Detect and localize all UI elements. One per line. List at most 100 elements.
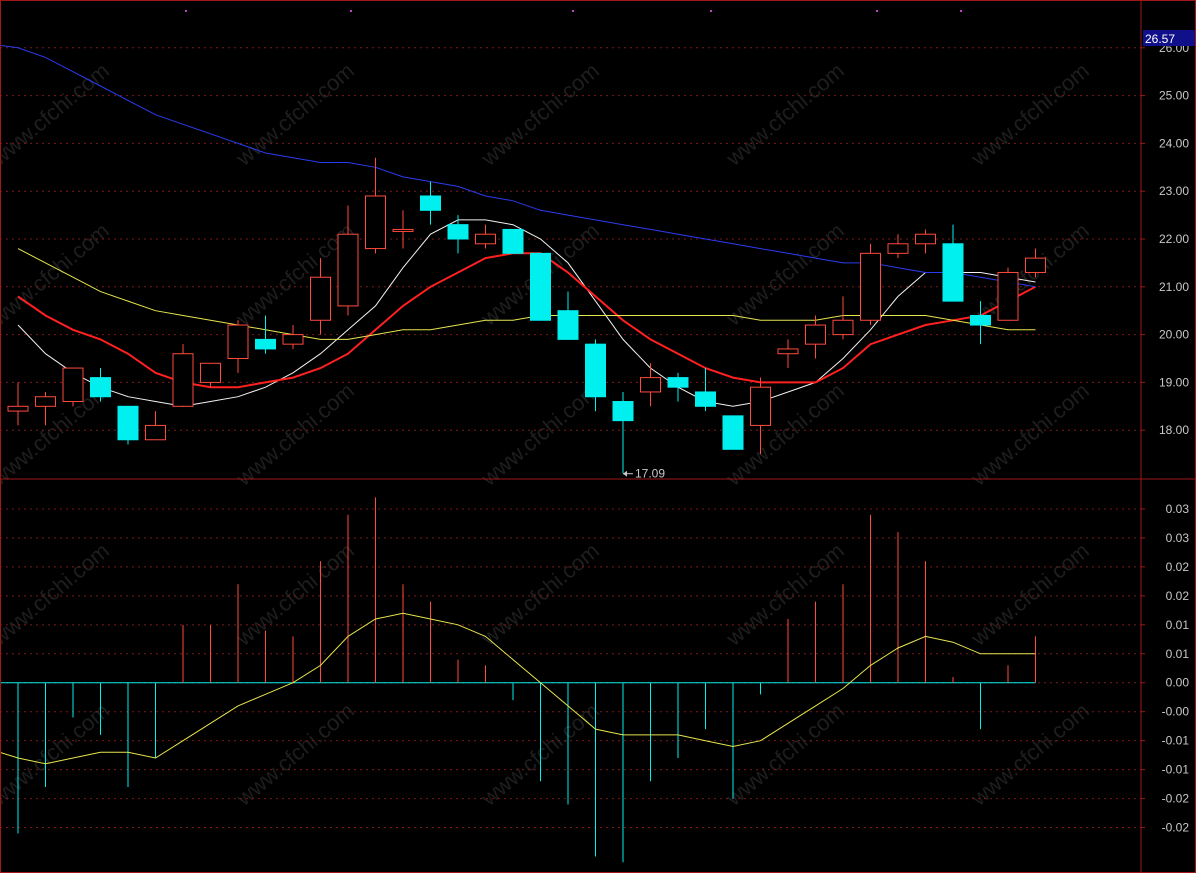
watermark-text: www.cfchi.com — [0, 698, 114, 811]
low-annotation-arrowhead — [623, 470, 627, 477]
candle-body — [145, 424, 166, 441]
top-marker — [876, 10, 878, 12]
candle-body — [392, 228, 414, 232]
watermark-text: www.cfchi.com — [721, 218, 849, 331]
candle-body — [310, 276, 331, 321]
candlestick[interactable] — [145, 411, 166, 441]
candlestick[interactable] — [200, 362, 221, 388]
candlestick[interactable] — [475, 224, 496, 249]
candlestick[interactable] — [915, 229, 936, 254]
top-marker — [572, 10, 574, 12]
stock-chart-canvas: www.cfchi.com www.cfchi.com www.cfchi.com w… — [0, 0, 1196, 873]
candlestick[interactable] — [695, 368, 716, 412]
indicator-axis-label: 0.02 — [1166, 589, 1190, 603]
candle-body — [282, 334, 304, 345]
indicator-axis-label: 0.03 — [1166, 502, 1190, 516]
candlestick[interactable] — [722, 415, 744, 450]
indicator-axis-label: -0.00 — [1162, 705, 1190, 719]
candlestick[interactable] — [502, 228, 524, 254]
watermark-text: www.cfchi.com — [966, 698, 1094, 811]
candlestick[interactable] — [172, 344, 194, 407]
top-marker — [960, 10, 962, 12]
candle-body — [832, 319, 854, 336]
candle-body — [90, 377, 111, 398]
candle-body — [502, 228, 524, 254]
candlestick[interactable] — [997, 267, 1019, 321]
candle-body — [640, 377, 661, 393]
price-axis-label: 18.00 — [1159, 423, 1189, 437]
candle-body — [557, 310, 579, 340]
candlestick[interactable] — [420, 181, 441, 225]
candlestick[interactable] — [7, 382, 29, 426]
candle-body — [695, 391, 716, 407]
candle-body — [7, 405, 29, 412]
price-axis-label: 24.00 — [1159, 136, 1189, 150]
candle-body — [860, 252, 881, 321]
watermark-text: www.cfchi.com — [476, 58, 604, 171]
watermark-text: www.cfchi.com — [476, 698, 604, 811]
indicator-pane[interactable] — [0, 497, 1036, 863]
candle-body — [200, 362, 221, 383]
indicator-axis-label: -0.01 — [1162, 763, 1190, 777]
price-axis-label: 23.00 — [1159, 184, 1189, 198]
watermark-text: www.cfchi.com — [966, 378, 1094, 491]
last-price-label: 26.57 — [1145, 32, 1175, 46]
candle-body — [667, 377, 689, 388]
candle-body — [1025, 257, 1046, 273]
watermark-text: www.cfchi.com — [966, 58, 1094, 171]
watermark-text: www.cfchi.com — [721, 58, 849, 171]
candlestick[interactable] — [557, 291, 579, 340]
candlestick[interactable] — [90, 368, 111, 402]
candlestick[interactable] — [365, 157, 386, 254]
price-axis-label: 25.00 — [1159, 89, 1189, 103]
candlestick[interactable] — [667, 372, 689, 402]
watermark-text: www.cfchi.com — [721, 538, 849, 651]
candle-body — [337, 233, 359, 307]
indicator-axis-label: -0.01 — [1162, 734, 1190, 748]
candlestick[interactable] — [942, 224, 964, 302]
candle-body — [447, 224, 469, 240]
candle-body — [777, 348, 799, 355]
price-axis-label: 19.00 — [1159, 375, 1189, 389]
price-pane[interactable]: 17.09 — [0, 44, 1046, 481]
candle-body — [227, 324, 249, 360]
candlestick[interactable] — [612, 391, 634, 474]
candle-body — [117, 405, 139, 441]
watermark-text: www.cfchi.com — [231, 698, 359, 811]
indicator-axis-label: -0.02 — [1162, 792, 1190, 806]
watermark-text: www.cfchi.com — [0, 58, 114, 171]
candle-body — [915, 233, 936, 245]
candlestick[interactable] — [640, 363, 661, 407]
candle-body — [970, 314, 991, 326]
price-axis-label: 22.00 — [1159, 232, 1189, 246]
candlestick[interactable] — [832, 296, 854, 340]
indicator-axis-label: 0.03 — [1166, 531, 1190, 545]
candlestick[interactable] — [777, 339, 799, 369]
watermark-text: www.cfchi.com — [231, 58, 359, 171]
price-axis: 26.0025.0024.0023.0022.0021.0020.0019.00… — [1141, 41, 1189, 835]
candlestick[interactable] — [392, 210, 414, 249]
indicator-axis-label: 0.00 — [1166, 676, 1190, 690]
candle-body — [612, 401, 634, 422]
candlestick[interactable] — [227, 320, 249, 373]
watermark-text: www.cfchi.com — [966, 538, 1094, 651]
candlestick[interactable] — [62, 367, 84, 407]
candlestick[interactable] — [447, 215, 469, 254]
watermark-text: www.cfchi.com — [231, 378, 359, 491]
candle-body — [942, 243, 964, 302]
candle-body — [35, 396, 56, 407]
watermark-text: www.cfchi.com — [476, 538, 604, 651]
candle-body — [887, 243, 909, 254]
candlestick[interactable] — [887, 234, 909, 259]
candlestick[interactable] — [860, 243, 881, 326]
candlestick[interactable] — [530, 252, 551, 321]
candle-body — [420, 195, 441, 211]
top-marker — [185, 10, 187, 12]
candlestick[interactable] — [805, 315, 826, 359]
candle-body — [750, 386, 771, 426]
candle-body — [805, 324, 826, 345]
candlestick[interactable] — [282, 325, 304, 349]
top-marker — [350, 10, 352, 12]
candlestick[interactable] — [117, 405, 139, 445]
watermark-text: www.cfchi.com — [476, 378, 604, 491]
